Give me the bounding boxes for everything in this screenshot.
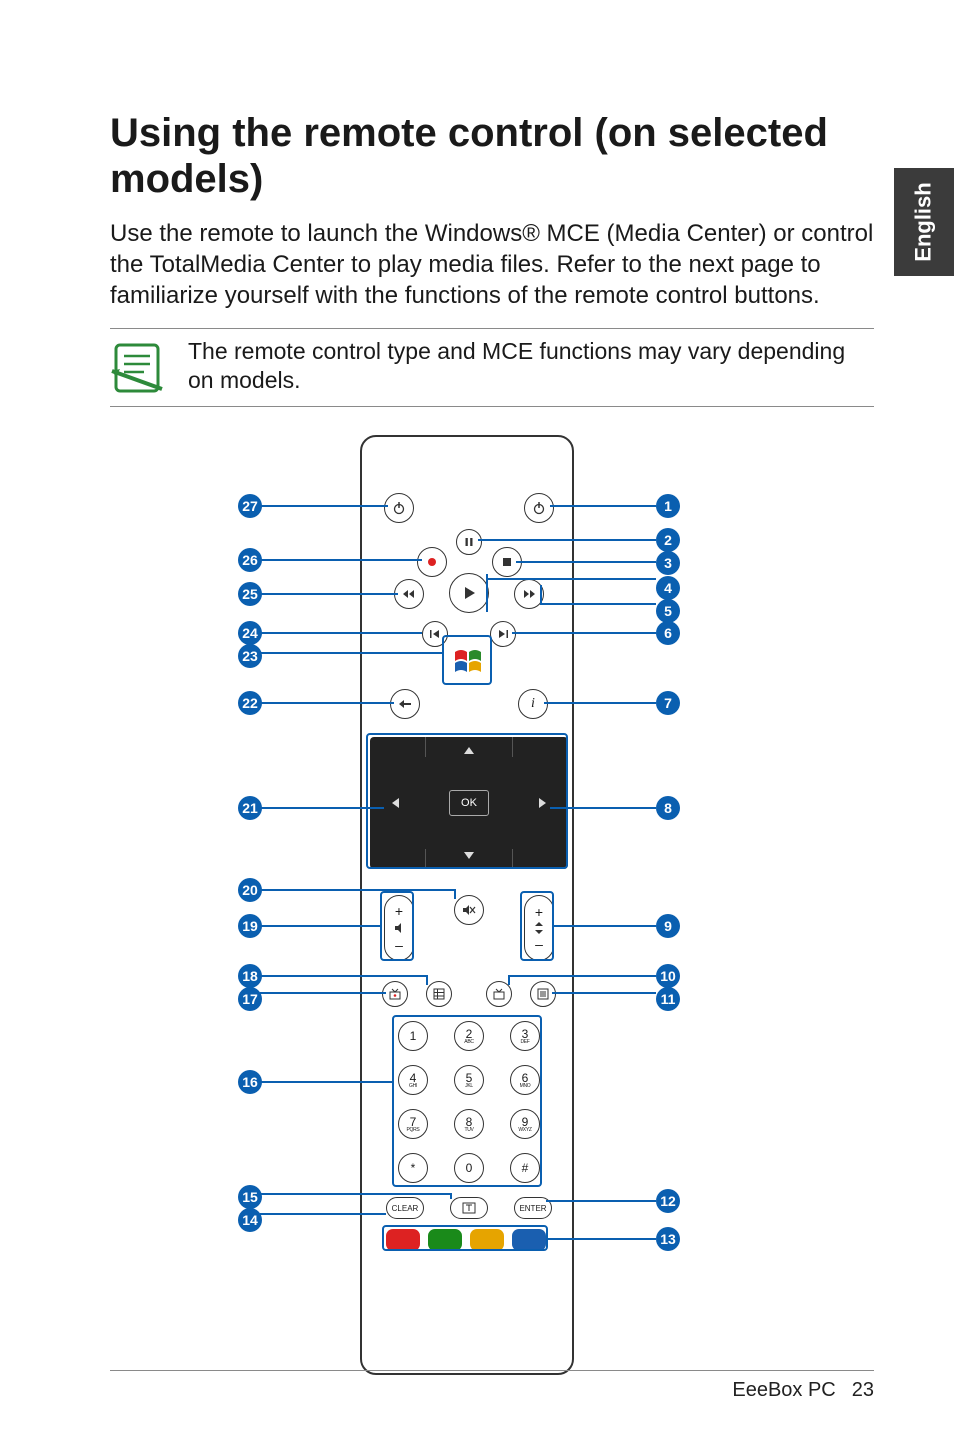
volume-rocker: + – [384, 895, 414, 961]
callout-4: 4 [656, 576, 680, 600]
callout-24: 24 [238, 621, 262, 645]
info-button: i [518, 689, 548, 719]
remote-body: i [360, 435, 574, 1375]
color-red-button [386, 1229, 420, 1251]
channel-rocker: + – [524, 895, 554, 961]
pause-button [456, 529, 482, 555]
footer-page-number: 23 [852, 1379, 874, 1402]
keypad-6: 6MNO [510, 1065, 540, 1095]
keypad-4: 4GHI [398, 1065, 428, 1095]
guide-button [426, 981, 452, 1007]
callout-17: 17 [238, 987, 262, 1011]
keypad-8: 8TUV [454, 1109, 484, 1139]
note-icon [110, 341, 164, 395]
callout-12: 12 [656, 1189, 680, 1213]
callout-15: 15 [238, 1185, 262, 1209]
nav-down-icon [464, 852, 474, 859]
keypad-1: 1 [398, 1021, 428, 1051]
dvd-menu-button [530, 981, 556, 1007]
nav-right-icon [539, 798, 546, 808]
callout-11: 11 [656, 987, 680, 1011]
play-button [449, 573, 489, 613]
callout-23: 23 [238, 644, 262, 668]
mute-button [454, 895, 484, 925]
callout-8: 8 [656, 796, 680, 820]
footer-product: EeeBox PC [732, 1379, 835, 1402]
previous-track-button [422, 621, 448, 647]
color-blue-button [512, 1229, 546, 1251]
record-button [417, 547, 447, 577]
rewind-button [394, 579, 424, 609]
keypad-5: 5JKL [454, 1065, 484, 1095]
callout-14: 14 [238, 1208, 262, 1232]
callout-20: 20 [238, 878, 262, 902]
back-button [390, 689, 420, 719]
ok-button: OK [449, 790, 489, 816]
tv-power-button [384, 493, 414, 523]
keypad-hash: # [510, 1153, 540, 1183]
callout-19: 19 [238, 914, 262, 938]
callout-6: 6 [656, 621, 680, 645]
callout-25: 25 [238, 582, 262, 606]
note-block: The remote control type and MCE function… [110, 328, 874, 408]
intro-paragraph: Use the remote to launch the Windows® MC… [110, 218, 874, 312]
callout-13: 13 [656, 1227, 680, 1251]
color-yellow-button [470, 1229, 504, 1251]
keypad-star: * [398, 1153, 428, 1183]
nav-left-icon [392, 798, 399, 808]
note-text: The remote control type and MCE function… [188, 337, 874, 397]
recorded-tv-button [382, 981, 408, 1007]
callout-22: 22 [238, 691, 262, 715]
callout-16: 16 [238, 1070, 262, 1094]
keypad-2: 2ABC [454, 1021, 484, 1051]
callout-1: 1 [656, 494, 680, 518]
keypad-0: 0 [454, 1153, 484, 1183]
pc-power-button [524, 493, 554, 523]
keypad-7: 7PQRS [398, 1109, 428, 1139]
nav-up-icon [464, 747, 474, 754]
windows-mce-button [444, 637, 494, 687]
keypad-3: 3DEF [510, 1021, 540, 1051]
next-track-button [490, 621, 516, 647]
keypad-9: 9WXYZ [510, 1109, 540, 1139]
callout-3: 3 [656, 551, 680, 575]
callout-21: 21 [238, 796, 262, 820]
remote-diagram: i [110, 435, 830, 1375]
teletext-button [450, 1197, 488, 1219]
callout-18: 18 [238, 964, 262, 988]
callout-26: 26 [238, 548, 262, 572]
callout-10: 10 [656, 964, 680, 988]
callout-9: 9 [656, 914, 680, 938]
color-green-button [428, 1229, 462, 1251]
clear-button: CLEAR [386, 1197, 424, 1219]
navigation-pad-panel: OK [370, 737, 568, 869]
page-heading: Using the remote control (on selected mo… [110, 110, 874, 202]
callout-27: 27 [238, 494, 262, 518]
page-footer: EeeBox PC 23 [110, 1370, 874, 1402]
callout-2: 2 [656, 528, 680, 552]
callout-5: 5 [656, 599, 680, 623]
callout-7: 7 [656, 691, 680, 715]
